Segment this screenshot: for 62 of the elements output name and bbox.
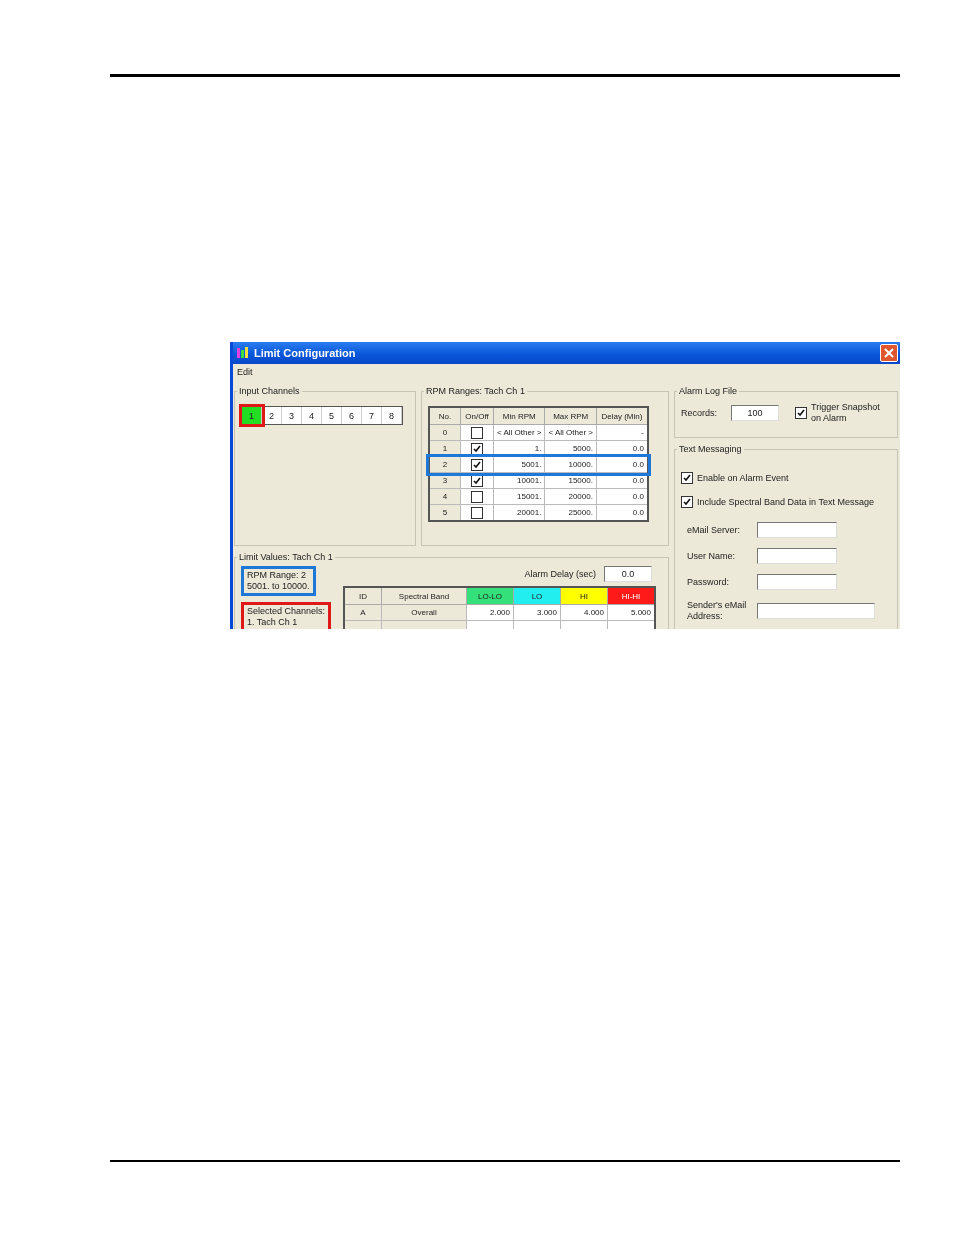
menu-item[interactable]: Edit (237, 367, 253, 377)
checkbox[interactable] (471, 426, 483, 439)
field-label: Password: (687, 576, 731, 588)
table-row[interactable]: 3 10001. 15000. 0.0 (429, 472, 648, 489)
field-label: Alarm Delay (sec) (524, 569, 596, 579)
table-row[interactable]: 0 < All Other > < All Other > - (429, 424, 648, 441)
table-cell: 0.0 (596, 456, 648, 473)
field-label: Records: (681, 408, 717, 418)
info-text: Selected Channels: (247, 606, 326, 617)
checkbox[interactable] (471, 458, 483, 471)
table-row[interactable]: 5 20001. 25000. 0.0 (429, 504, 648, 521)
checkbox[interactable] (681, 496, 693, 508)
checkmark-icon (683, 498, 691, 506)
group-title: Alarm Log File (678, 386, 739, 396)
checkbox-label: Enable on Alarm Event (697, 473, 789, 483)
table-row[interactable]: 4 15001. 20000. 0.0 (429, 488, 648, 505)
window-title: Limit Configuration (254, 347, 357, 359)
info-text: 1. Tach Ch 1 (247, 617, 299, 628)
column-header: HI (560, 587, 608, 605)
group-title: Input Channels (238, 386, 301, 396)
close-icon (884, 348, 894, 358)
channel-button[interactable]: 1 (242, 407, 262, 424)
column-header: Max RPM (544, 407, 597, 425)
table-row[interactable]: 1 1. 5000. 0.0 (429, 440, 648, 457)
column-header: ID (344, 587, 382, 605)
checkmark-icon (683, 474, 691, 482)
checkbox[interactable] (795, 407, 807, 419)
checkbox[interactable] (681, 472, 693, 484)
checkbox[interactable] (471, 490, 483, 503)
column-header: Delay (Min) (596, 407, 648, 425)
checkbox[interactable] (471, 506, 483, 519)
column-header: Spectral Band (381, 587, 467, 605)
column-header: LO (513, 587, 561, 605)
column-header: On/Off (460, 407, 494, 425)
input-field[interactable] (757, 522, 837, 538)
column-header: No. (429, 407, 461, 425)
group-title: Limit Values: Tach Ch 1 (238, 552, 334, 562)
field-label: eMail Server: (687, 524, 741, 536)
checkbox-label: Include Spectral Band Data in Text Message (697, 497, 874, 507)
column-header: HI-HI (607, 587, 655, 605)
group-title: Text Messaging (678, 444, 743, 454)
input-field[interactable] (757, 548, 837, 564)
table-row[interactable]: 2 5001. 10000. 0.0 (429, 456, 648, 473)
column-header: LO-LO (466, 587, 514, 605)
input-field[interactable] (757, 603, 875, 619)
input-field[interactable]: 0.0 (604, 566, 652, 582)
app-icon (236, 346, 250, 360)
input-field[interactable]: 100 (731, 405, 779, 421)
field-label: Sender's eMail Address: (687, 600, 748, 622)
close-button[interactable] (880, 344, 898, 362)
info-text: RPM Range: 2 (247, 570, 308, 581)
input-field[interactable] (757, 574, 837, 590)
checkbox[interactable] (471, 442, 483, 455)
info-text: 5001. to 10000. (247, 581, 310, 592)
table-cell: 2 (429, 456, 461, 473)
table-cell: 5001. (493, 456, 545, 473)
field-label: User Name: (687, 550, 736, 562)
group-title: RPM Ranges: Tach Ch 1 (425, 386, 526, 396)
checkmark-icon (797, 409, 805, 417)
column-header: Min RPM (493, 407, 545, 425)
table-cell: 10000. (544, 456, 597, 473)
checkbox-label: Trigger Snapshot on Alarm (811, 402, 881, 424)
